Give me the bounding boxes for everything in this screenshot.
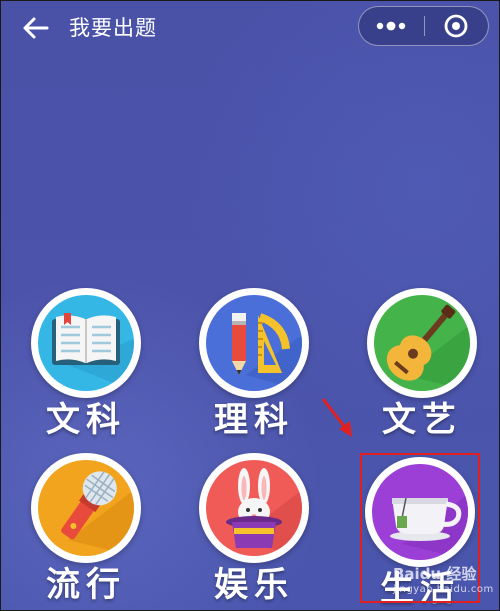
target-circle-icon (444, 14, 468, 38)
close-button[interactable] (425, 7, 489, 45)
category-icon-frame (31, 288, 141, 398)
more-dots-icon (376, 21, 406, 31)
guitar-icon (374, 295, 470, 391)
category-label: 文艺 (382, 400, 462, 440)
category-label: 流行 (46, 565, 126, 605)
category-label: 文科 (46, 400, 126, 440)
pencil-ruler-icon (206, 295, 302, 391)
microphone-icon (38, 460, 134, 556)
category-pop[interactable]: 流行 (31, 453, 141, 605)
category-icon-frame (199, 288, 309, 398)
page-title: 我要出题 (69, 16, 157, 40)
back-arrow-icon (23, 17, 49, 39)
watermark: Baidu 经验 jingyan.baidu.com (393, 567, 493, 607)
tea-cup-icon (372, 464, 468, 560)
watermark-bottom: jingyan.baidu.com (393, 584, 494, 595)
category-science[interactable]: 理科 (199, 288, 309, 440)
category-icon-frame (367, 288, 477, 398)
category-icon-frame (365, 457, 475, 567)
watermark-top: Baidu 经验 (393, 565, 477, 583)
category-icon-frame (199, 453, 309, 563)
category-arts[interactable]: 文艺 (367, 288, 477, 440)
magic-hat-rabbit-icon (206, 460, 302, 556)
category-label: 娱乐 (214, 565, 294, 605)
open-book-icon (38, 295, 134, 391)
mini-program-capsule (358, 6, 489, 46)
more-button[interactable] (359, 7, 424, 45)
category-liberal-arts[interactable]: 文科 (31, 288, 141, 440)
annotation-arrow-icon (321, 398, 352, 437)
category-icon-frame (31, 453, 141, 563)
top-bar: 我要出题 (1, 1, 499, 55)
back-button[interactable] (19, 11, 53, 45)
category-label: 理科 (214, 400, 294, 440)
screen: 我要出题 文科 理科 文艺 流行 娱乐 生活 Baidu 经验 jingyan.… (0, 0, 500, 611)
category-entertainment[interactable]: 娱乐 (199, 453, 309, 605)
